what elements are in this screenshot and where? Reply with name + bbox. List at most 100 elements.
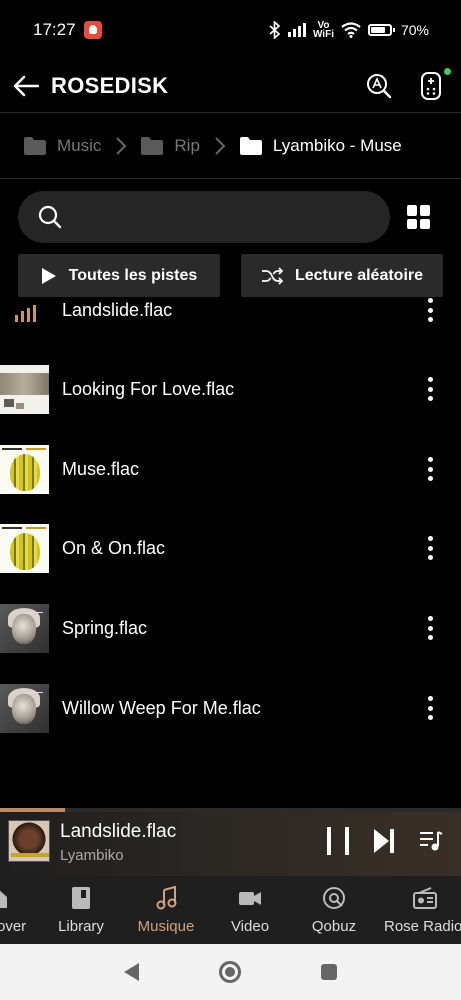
system-home-icon[interactable] — [219, 961, 241, 983]
album-art — [0, 683, 49, 733]
track-row[interactable]: Looking For Love.flac — [0, 349, 461, 429]
app-notification-icon — [83, 21, 102, 39]
search-box[interactable] — [18, 191, 390, 243]
nav-label: Library — [58, 917, 104, 935]
now-playing-bar[interactable]: Landslide.flac Lyambiko — [0, 808, 461, 876]
track-row[interactable]: On & On.flac — [0, 508, 461, 588]
track-row[interactable]: Landslide.flac — [0, 297, 461, 350]
play-all-label: Toutes les pistes — [68, 266, 198, 284]
track-row[interactable]: Muse.flac — [0, 429, 461, 509]
nav-item-rose-radio[interactable]: Rose Radio — [381, 876, 461, 944]
qobuz-icon — [323, 886, 345, 909]
more-options-icon[interactable] — [425, 457, 435, 481]
now-playing-artist: Lyambiko — [60, 847, 124, 864]
play-all-button[interactable]: Toutes les pistes — [18, 254, 220, 297]
queue-icon[interactable] — [419, 829, 443, 853]
track-title: On & On.flac — [62, 537, 166, 558]
chevron-right-icon — [101, 137, 141, 155]
more-options-icon[interactable] — [425, 536, 435, 560]
search-icon — [38, 205, 62, 229]
shuffle-icon — [261, 266, 283, 285]
action-buttons: Toutes les pistes Lecture aléatoire — [18, 254, 443, 297]
home-icon — [0, 890, 7, 908]
nav-label: Discover — [0, 917, 27, 935]
search-row — [18, 191, 443, 243]
status-bar: 17:27 Vo WiFi 70% — [0, 0, 461, 60]
nav-item-video[interactable]: Video — [222, 876, 278, 944]
status-time: 17:27 — [33, 20, 76, 39]
track-title: Willow Weep For Me.flac — [62, 697, 261, 718]
track-title: Landslide.flac — [62, 299, 173, 320]
more-options-icon[interactable] — [425, 377, 435, 401]
wifi-icon — [341, 22, 361, 38]
track-row[interactable]: Spring.flac — [0, 588, 461, 668]
connected-indicator — [444, 68, 451, 75]
pause-icon[interactable] — [327, 827, 349, 855]
app-header: ROSEDISK — [0, 60, 461, 112]
music-note-icon — [156, 885, 177, 909]
breadcrumb-item-current[interactable]: Lyambiko - Muse — [239, 136, 402, 156]
shuffle-button[interactable]: Lecture aléatoire — [241, 254, 443, 297]
library-icon — [72, 886, 90, 909]
now-playing-title: Landslide.flac — [60, 821, 177, 842]
breadcrumb-item-rip[interactable]: Rip — [141, 136, 200, 156]
skip-next-icon[interactable] — [373, 828, 395, 854]
album-art — [0, 444, 49, 494]
playback-progress-fill — [0, 808, 65, 812]
breadcrumb-divider — [0, 178, 461, 179]
track-title: Looking For Love.flac — [62, 378, 235, 399]
track-row[interactable]: Willow Weep For Me.flac — [0, 668, 461, 748]
nav-label: Musique — [137, 917, 195, 935]
system-recents-icon[interactable] — [321, 964, 337, 980]
battery-percent: 70% — [400, 22, 429, 38]
nav-label: Video — [230, 917, 270, 935]
search-text-button[interactable] — [365, 72, 393, 100]
vowifi-label: Vo WiFi — [312, 20, 334, 40]
play-icon — [41, 267, 56, 284]
radio-icon — [413, 886, 437, 909]
remote-icon — [421, 72, 441, 100]
system-navigation-bar — [0, 944, 461, 1000]
nav-item-discover[interactable]: Discover — [0, 876, 28, 944]
chevron-right-icon — [200, 137, 240, 155]
search-a-icon — [367, 74, 392, 99]
nav-item-musique[interactable]: Musique — [131, 876, 201, 944]
video-icon — [239, 891, 261, 905]
now-playing-equalizer-icon — [0, 297, 49, 335]
bottom-navigation: Discover Library Musique Video Qobuz Ros… — [0, 876, 461, 944]
nav-item-qobuz[interactable]: Qobuz — [306, 876, 362, 944]
battery-icon — [367, 24, 395, 36]
bluetooth-icon — [269, 21, 281, 39]
more-options-icon[interactable] — [425, 298, 435, 322]
album-art — [0, 364, 49, 414]
more-options-icon[interactable] — [425, 616, 435, 640]
folder-icon — [24, 137, 46, 155]
page-title: ROSEDISK — [51, 73, 169, 98]
signal-icon — [287, 23, 306, 37]
now-playing-album-art — [8, 820, 50, 862]
header-divider — [0, 112, 461, 113]
album-art — [0, 523, 49, 573]
search-input[interactable] — [74, 208, 364, 226]
track-title: Spring.flac — [62, 617, 148, 638]
nav-label: Qobuz — [311, 917, 357, 935]
playback-progress[interactable] — [0, 808, 461, 812]
breadcrumb-label: Music — [57, 136, 102, 155]
shuffle-label: Lecture aléatoire — [294, 266, 424, 284]
album-art — [0, 603, 49, 653]
breadcrumb-label: Lyambiko - Muse — [272, 136, 402, 155]
track-title: Muse.flac — [62, 458, 140, 479]
folder-icon — [239, 137, 262, 155]
nav-label: Rose Radio — [384, 917, 461, 935]
breadcrumb: Music Rip Lyambiko - Muse — [0, 114, 461, 178]
breadcrumb-item-music[interactable]: Music — [24, 136, 101, 156]
grid-view-icon[interactable] — [407, 205, 431, 229]
back-arrow-icon[interactable] — [12, 72, 40, 100]
track-list: Landslide.flac Looking For Love.flac Mus… — [0, 297, 461, 807]
more-options-icon[interactable] — [425, 696, 435, 720]
folder-icon — [141, 137, 164, 155]
nav-item-library[interactable]: Library — [51, 876, 111, 944]
system-back-icon[interactable] — [124, 963, 139, 981]
breadcrumb-label: Rip — [174, 136, 200, 155]
remote-control-button[interactable] — [417, 68, 451, 100]
